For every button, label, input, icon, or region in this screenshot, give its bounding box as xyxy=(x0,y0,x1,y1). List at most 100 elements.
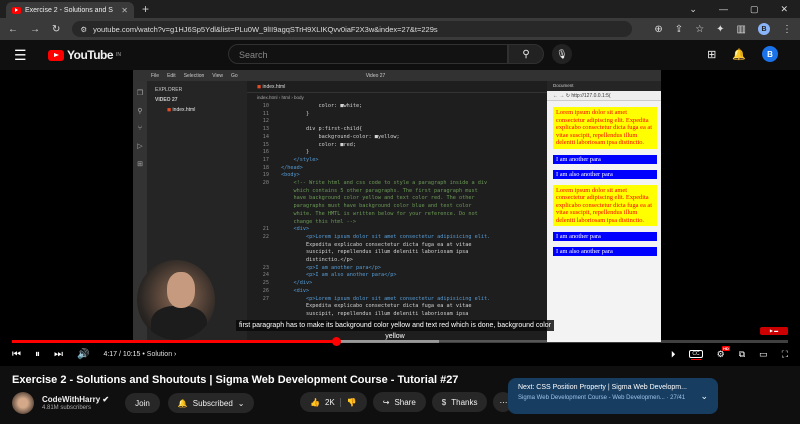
volume-icon[interactable]: 🔊 xyxy=(77,349,89,360)
up-next-card[interactable]: Next: CSS Position Property | Sigma Web … xyxy=(508,378,718,414)
code-text: change this html --> xyxy=(281,218,356,225)
code-text: suscipit, repellendus illum deleniti lab… xyxy=(281,249,469,256)
code-line: 22 <p>Lorem ipsum dolor sit amet consect… xyxy=(251,234,547,242)
minimize-icon[interactable]: — xyxy=(719,4,728,15)
vscode-menu-view: View xyxy=(212,72,224,79)
bookmark-star-icon[interactable]: ☆ xyxy=(695,24,704,35)
extensions-icon[interactable]: ✦ xyxy=(716,24,724,35)
tab-search-icon[interactable]: ⌄ xyxy=(689,4,697,15)
progress-bar[interactable] xyxy=(12,337,788,346)
preview-paragraph: I am also another para xyxy=(553,169,657,179)
browser-tab-strip: Exercise 2 - Solutions and S ✕ + ⌄ — ▢ ✕ xyxy=(0,0,800,18)
code-line: 14 background-color: ■yellow; xyxy=(251,134,547,142)
create-video-icon[interactable]: ⊞ xyxy=(707,48,716,61)
notifications-bell-icon[interactable]: 🔔 xyxy=(732,48,746,61)
join-button[interactable]: Join xyxy=(125,393,160,413)
miniplayer-icon[interactable]: ⧉ xyxy=(739,349,745,360)
code-text: white. The HMTL is written below for you… xyxy=(281,210,478,217)
thumbs-down-icon[interactable]: 👎 xyxy=(339,397,357,407)
subscribed-button[interactable]: 🔔 Subscribed ⌄ xyxy=(167,393,255,413)
code-line: Expedita explicabo consectetur dicta fug… xyxy=(251,242,547,250)
search-button[interactable]: ⚲ xyxy=(508,44,544,64)
subscriber-count: 4.81M subscribers xyxy=(42,405,92,411)
search-input[interactable]: Search xyxy=(228,44,508,64)
autoplay-toggle-icon[interactable]: ⏵ xyxy=(671,349,676,360)
browser-tab[interactable]: Exercise 2 - Solutions and S ✕ xyxy=(6,2,134,18)
extensions-blocks-icon: ⊞ xyxy=(137,161,143,168)
code-text: } xyxy=(281,149,310,156)
chevron-down-icon[interactable]: ⌄ xyxy=(700,391,708,402)
menu-dots-icon[interactable]: ⋮ xyxy=(782,24,792,35)
code-text: </head> xyxy=(281,164,303,171)
code-line: 12 xyxy=(251,118,547,126)
subscribe-watermark-icon[interactable]: ▶ ▬ xyxy=(760,327,788,335)
breadcrumb-body: body xyxy=(294,95,304,100)
address-bar[interactable]: ⚙ youtube.com/watch?v=g1HJ6Sp5Ydl&list=P… xyxy=(72,21,633,37)
played-bar xyxy=(12,340,337,343)
preview-paragraph: I am another para xyxy=(553,232,657,241)
zoom-icon[interactable]: ⊕ xyxy=(654,24,662,35)
code-line: suscipit, repellendus illum deleniti lab… xyxy=(251,311,547,319)
vscode-search-icon: ⚲ xyxy=(137,108,143,115)
country-code: IN xyxy=(116,52,122,58)
browser-toolbar: ← → ↻ ⚙ youtube.com/watch?v=g1HJ6Sp5Ydl&… xyxy=(0,18,800,40)
line-number: 18 xyxy=(262,164,269,171)
channel-name[interactable]: CodeWithHarry ✔ xyxy=(42,395,109,404)
maximize-icon[interactable]: ▢ xyxy=(750,4,759,15)
code-line: suscipit, repellendus illum deleniti lab… xyxy=(251,249,547,257)
subtitles-cc-icon[interactable]: CC xyxy=(689,350,703,360)
share-arrow-icon: ↪ xyxy=(382,397,390,407)
like-count: 2K xyxy=(324,397,335,407)
profile-avatar[interactable]: B xyxy=(758,23,770,35)
account-avatar[interactable]: B xyxy=(762,46,778,62)
channel-avatar[interactable] xyxy=(12,392,34,414)
line-number: 21 xyxy=(262,226,269,233)
site-info-icon[interactable]: ⚙ xyxy=(80,25,87,34)
hd-badge: HD xyxy=(721,345,730,351)
previous-icon[interactable]: ⏮ xyxy=(12,349,21,360)
share-label: Share xyxy=(394,397,416,407)
hamburger-menu-icon[interactable]: ☰ xyxy=(14,47,40,64)
preview-tab: Document xyxy=(547,81,661,91)
line-number: 26 xyxy=(262,287,269,294)
settings-gear-icon[interactable]: ⚙ HD xyxy=(717,345,730,360)
like-button[interactable]: 👍 2K 👎 xyxy=(300,392,367,412)
chapter-title[interactable]: Solution xyxy=(147,351,172,358)
vscode-window-title: Video 27 xyxy=(365,72,386,79)
vscode-menu-go: Go xyxy=(231,72,238,79)
close-tab-icon[interactable]: ✕ xyxy=(121,6,128,15)
line-number: 15 xyxy=(262,141,269,148)
share-page-icon[interactable]: ⇪ xyxy=(675,24,683,35)
voice-search-button[interactable]: 🎙 xyxy=(552,44,572,64)
pause-icon[interactable]: ⏸ xyxy=(35,349,40,360)
bell-icon: 🔔 xyxy=(177,398,188,408)
vscode-menu-selection: Selection xyxy=(183,72,205,79)
reload-icon[interactable]: ↻ xyxy=(52,24,60,35)
line-number: 11 xyxy=(262,110,269,117)
new-tab-icon[interactable]: + xyxy=(142,2,149,16)
microphone-icon: 🎙 xyxy=(556,48,568,59)
fullscreen-icon[interactable]: ⛶ xyxy=(782,349,788,360)
presenter-shirt xyxy=(151,306,207,340)
next-icon[interactable]: ⏭ xyxy=(54,349,63,360)
presenter-face xyxy=(167,272,195,308)
sidepanel-icon[interactable]: ▥ xyxy=(737,24,746,35)
code-text: </div> xyxy=(281,280,313,287)
back-icon[interactable]: ← xyxy=(8,24,18,35)
thanks-button[interactable]: $ Thanks xyxy=(431,392,488,412)
youtube-logo[interactable]: YouTube IN xyxy=(48,48,121,62)
live-preview-panel: Document ← → ↻ http://127.0.0.1:5( Lorem… xyxy=(547,81,661,342)
code-text: <body> xyxy=(281,172,300,179)
code-text: <!-- Write html and css code to style a … xyxy=(281,180,488,187)
share-button[interactable]: ↪ Share xyxy=(372,392,426,412)
line-number: 16 xyxy=(262,149,269,156)
verified-check-icon: ✔ xyxy=(102,395,110,404)
vscode-menubar: File Edit Selection View Go Video 27 xyxy=(133,70,661,81)
forward-icon[interactable]: → xyxy=(30,24,40,35)
code-lines: 10 color: ■white; 11 } 12 13 div p:first-ch… xyxy=(247,103,547,319)
code-line: 26 <div> xyxy=(251,288,547,296)
code-text: suscipit, repellendus illum deleniti lab… xyxy=(281,310,469,317)
thanks-label: Thanks xyxy=(451,397,478,407)
theater-mode-icon[interactable]: ▭ xyxy=(759,349,768,360)
close-window-icon[interactable]: ✕ xyxy=(780,4,788,15)
